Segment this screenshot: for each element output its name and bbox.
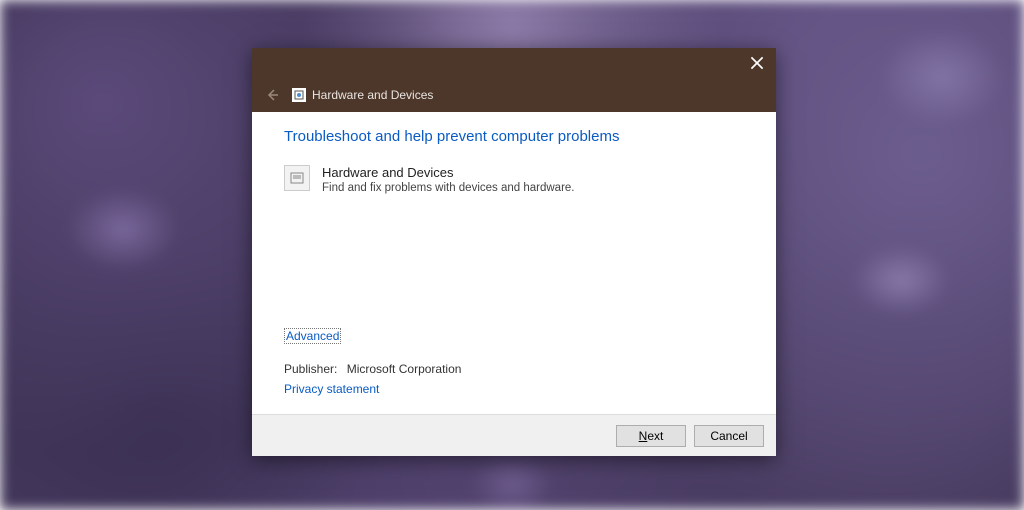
close-button[interactable] bbox=[750, 56, 764, 70]
button-bar: Next Cancel bbox=[252, 414, 776, 456]
troubleshooter-text: Hardware and Devices Find and fix proble… bbox=[322, 165, 575, 194]
next-button[interactable]: Next bbox=[616, 425, 686, 447]
breadcrumb-title: Hardware and Devices bbox=[312, 88, 433, 102]
advanced-link[interactable]: Advanced bbox=[284, 328, 341, 344]
troubleshooter-icon bbox=[292, 88, 306, 102]
hardware-icon bbox=[284, 165, 310, 191]
publisher-label: Publisher: bbox=[284, 362, 337, 376]
close-icon bbox=[750, 56, 764, 70]
back-button[interactable] bbox=[262, 85, 282, 105]
troubleshooter-item[interactable]: Hardware and Devices Find and fix proble… bbox=[284, 165, 744, 194]
back-arrow-icon bbox=[264, 87, 280, 103]
publisher-value: Microsoft Corporation bbox=[347, 362, 462, 376]
troubleshooter-description: Find and fix problems with devices and h… bbox=[322, 182, 575, 194]
breadcrumb-bar: Hardware and Devices bbox=[252, 78, 776, 112]
cancel-button[interactable]: Cancel bbox=[694, 425, 764, 447]
dialog-content: Troubleshoot and help prevent computer p… bbox=[252, 112, 776, 414]
troubleshooter-title: Hardware and Devices bbox=[322, 165, 575, 180]
publisher-row: Publisher: Microsoft Corporation bbox=[284, 362, 744, 376]
privacy-statement-link[interactable]: Privacy statement bbox=[284, 382, 379, 396]
titlebar bbox=[252, 48, 776, 78]
troubleshooter-dialog: Hardware and Devices Troubleshoot and he… bbox=[252, 48, 776, 456]
page-heading: Troubleshoot and help prevent computer p… bbox=[284, 128, 744, 145]
